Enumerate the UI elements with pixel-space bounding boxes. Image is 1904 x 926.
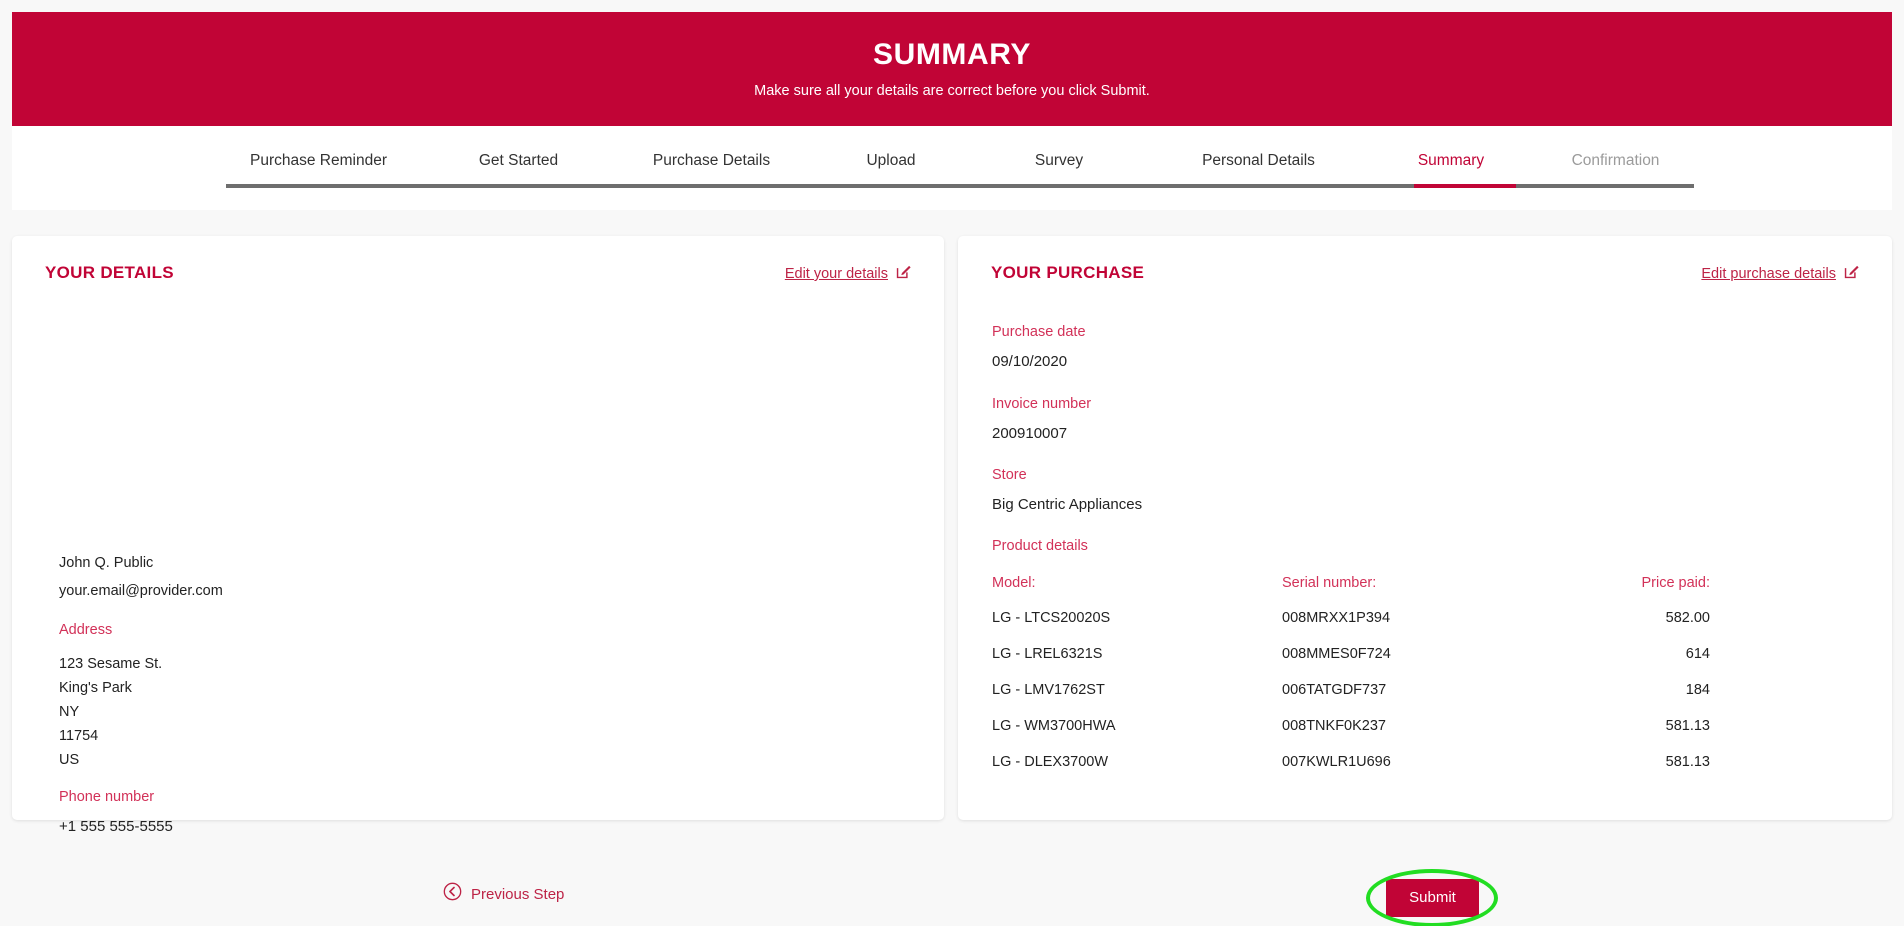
your-details-card: YOUR DETAILS Edit your details John Q. P…: [12, 236, 944, 835]
step-tab-purchase-reminder[interactable]: Purchase Reminder: [215, 138, 422, 184]
edit-purchase-details-link[interactable]: Edit purchase details: [1701, 263, 1860, 285]
page-title: SUMMARY: [872, 38, 1032, 71]
purchase-date-label: Purchase date: [992, 324, 1086, 340]
column-header-price: Price paid:: [1641, 575, 1710, 591]
cell-serial: 007KWLR1U696: [1282, 754, 1391, 770]
table-header-row: Model: Serial number: Price paid:: [992, 575, 1710, 610]
submit-button[interactable]: Submit: [1386, 879, 1479, 917]
column-header-serial: Serial number:: [1282, 575, 1377, 591]
table-row: LG - LREL6321S 008MMES0F724 614: [992, 646, 1710, 682]
phone-number-value: +1 555 555-5555: [59, 818, 173, 835]
store-label: Store: [992, 467, 1027, 483]
page-subtitle: Make sure all your details are correct b…: [754, 83, 1150, 99]
cell-model: LG - LREL6321S: [992, 646, 1103, 662]
address-value: 123 Sesame St. King's Park NY 11754 US: [59, 652, 162, 772]
phone-number-label: Phone number: [59, 789, 155, 805]
address-line: NY: [59, 704, 80, 720]
step-tab-summary[interactable]: Summary: [1373, 138, 1529, 184]
page-hero-banner: SUMMARY Make sure all your details are c…: [12, 12, 1892, 126]
cell-price: 581.13: [1665, 718, 1710, 734]
table-row: LG - DLEX3700W 007KWLR1U696 581.13: [992, 754, 1710, 790]
cell-serial: 006TATGDF737: [1282, 682, 1387, 698]
step-tab-confirmation: Confirmation: [1571, 152, 1660, 169]
step-tab-purchase-details[interactable]: Purchase Details: [615, 138, 808, 184]
cell-price: 614: [1685, 646, 1710, 662]
invoice-number-label: Invoice number: [992, 396, 1092, 412]
product-details-table: Model: Serial number: Price paid: LG - L…: [992, 575, 1710, 790]
previous-step-label: Previous Step: [471, 885, 565, 903]
table-row: LG - WM3700HWA 008TNKF0K237 581.13: [992, 718, 1710, 754]
address-line: 123 Sesame St.: [59, 656, 163, 672]
cell-model: LG - LTCS20020S: [992, 610, 1111, 626]
table-row: LG - LMV1762ST 006TATGDF737 184: [992, 682, 1710, 718]
store-value: Big Centric Appliances: [992, 496, 1143, 513]
cell-price: 581.13: [1665, 754, 1710, 770]
cell-model: LG - WM3700HWA: [992, 718, 1116, 734]
address-label: Address: [59, 622, 113, 638]
step-navigation: Purchase Reminder Get Started Purchase Det…: [12, 126, 1892, 210]
step-tab-survey[interactable]: Survey: [974, 138, 1144, 184]
address-line: King's Park: [59, 680, 132, 696]
circle-chevron-left-icon: [443, 882, 462, 906]
address-line: 11754: [59, 728, 99, 744]
cell-model: LG - LMV1762ST: [992, 682, 1105, 698]
your-details-heading: YOUR DETAILS: [45, 263, 174, 282]
step-tab-get-started[interactable]: Get Started: [422, 138, 615, 184]
step-tab-list: Purchase Reminder Get Started Purchase Det…: [215, 138, 1702, 184]
pencil-square-icon: [895, 263, 912, 285]
cell-serial: 008TNKF0K237: [1282, 718, 1386, 734]
cell-serial: 008MRXX1P394: [1282, 610, 1391, 626]
previous-step-button[interactable]: Previous Step: [443, 882, 564, 906]
cell-serial: 008MMES0F724: [1282, 646, 1391, 662]
step-tab-personal-details[interactable]: Personal Details: [1144, 138, 1373, 184]
product-details-label: Product details: [992, 538, 1088, 554]
customer-email: your.email@provider.com: [59, 583, 223, 599]
invoice-number-value: 200910007: [992, 425, 1068, 442]
address-line: US: [59, 752, 80, 768]
cell-price: 184: [1685, 682, 1710, 698]
step-progress-active-indicator: [1414, 184, 1516, 188]
edit-your-details-label: Edit your details: [784, 266, 888, 282]
summary-page: SUMMARY Make sure all your details are c…: [0, 0, 1904, 926]
purchase-date-value: 09/10/2020: [992, 353, 1068, 370]
cell-model: LG - DLEX3700W: [992, 754, 1109, 770]
cell-price: 582.00: [1665, 610, 1710, 626]
pencil-square-icon: [1843, 263, 1860, 285]
column-header-model: Model:: [992, 575, 1036, 591]
your-purchase-heading: YOUR PURCHASE: [991, 263, 1145, 282]
table-row: LG - LTCS20020S 008MRXX1P394 582.00: [992, 610, 1710, 646]
customer-name: John Q. Public: [59, 555, 154, 571]
edit-your-details-link[interactable]: Edit your details: [785, 263, 912, 285]
edit-purchase-details-label: Edit purchase details: [1701, 266, 1836, 282]
step-tab-upload[interactable]: Upload: [808, 138, 974, 184]
